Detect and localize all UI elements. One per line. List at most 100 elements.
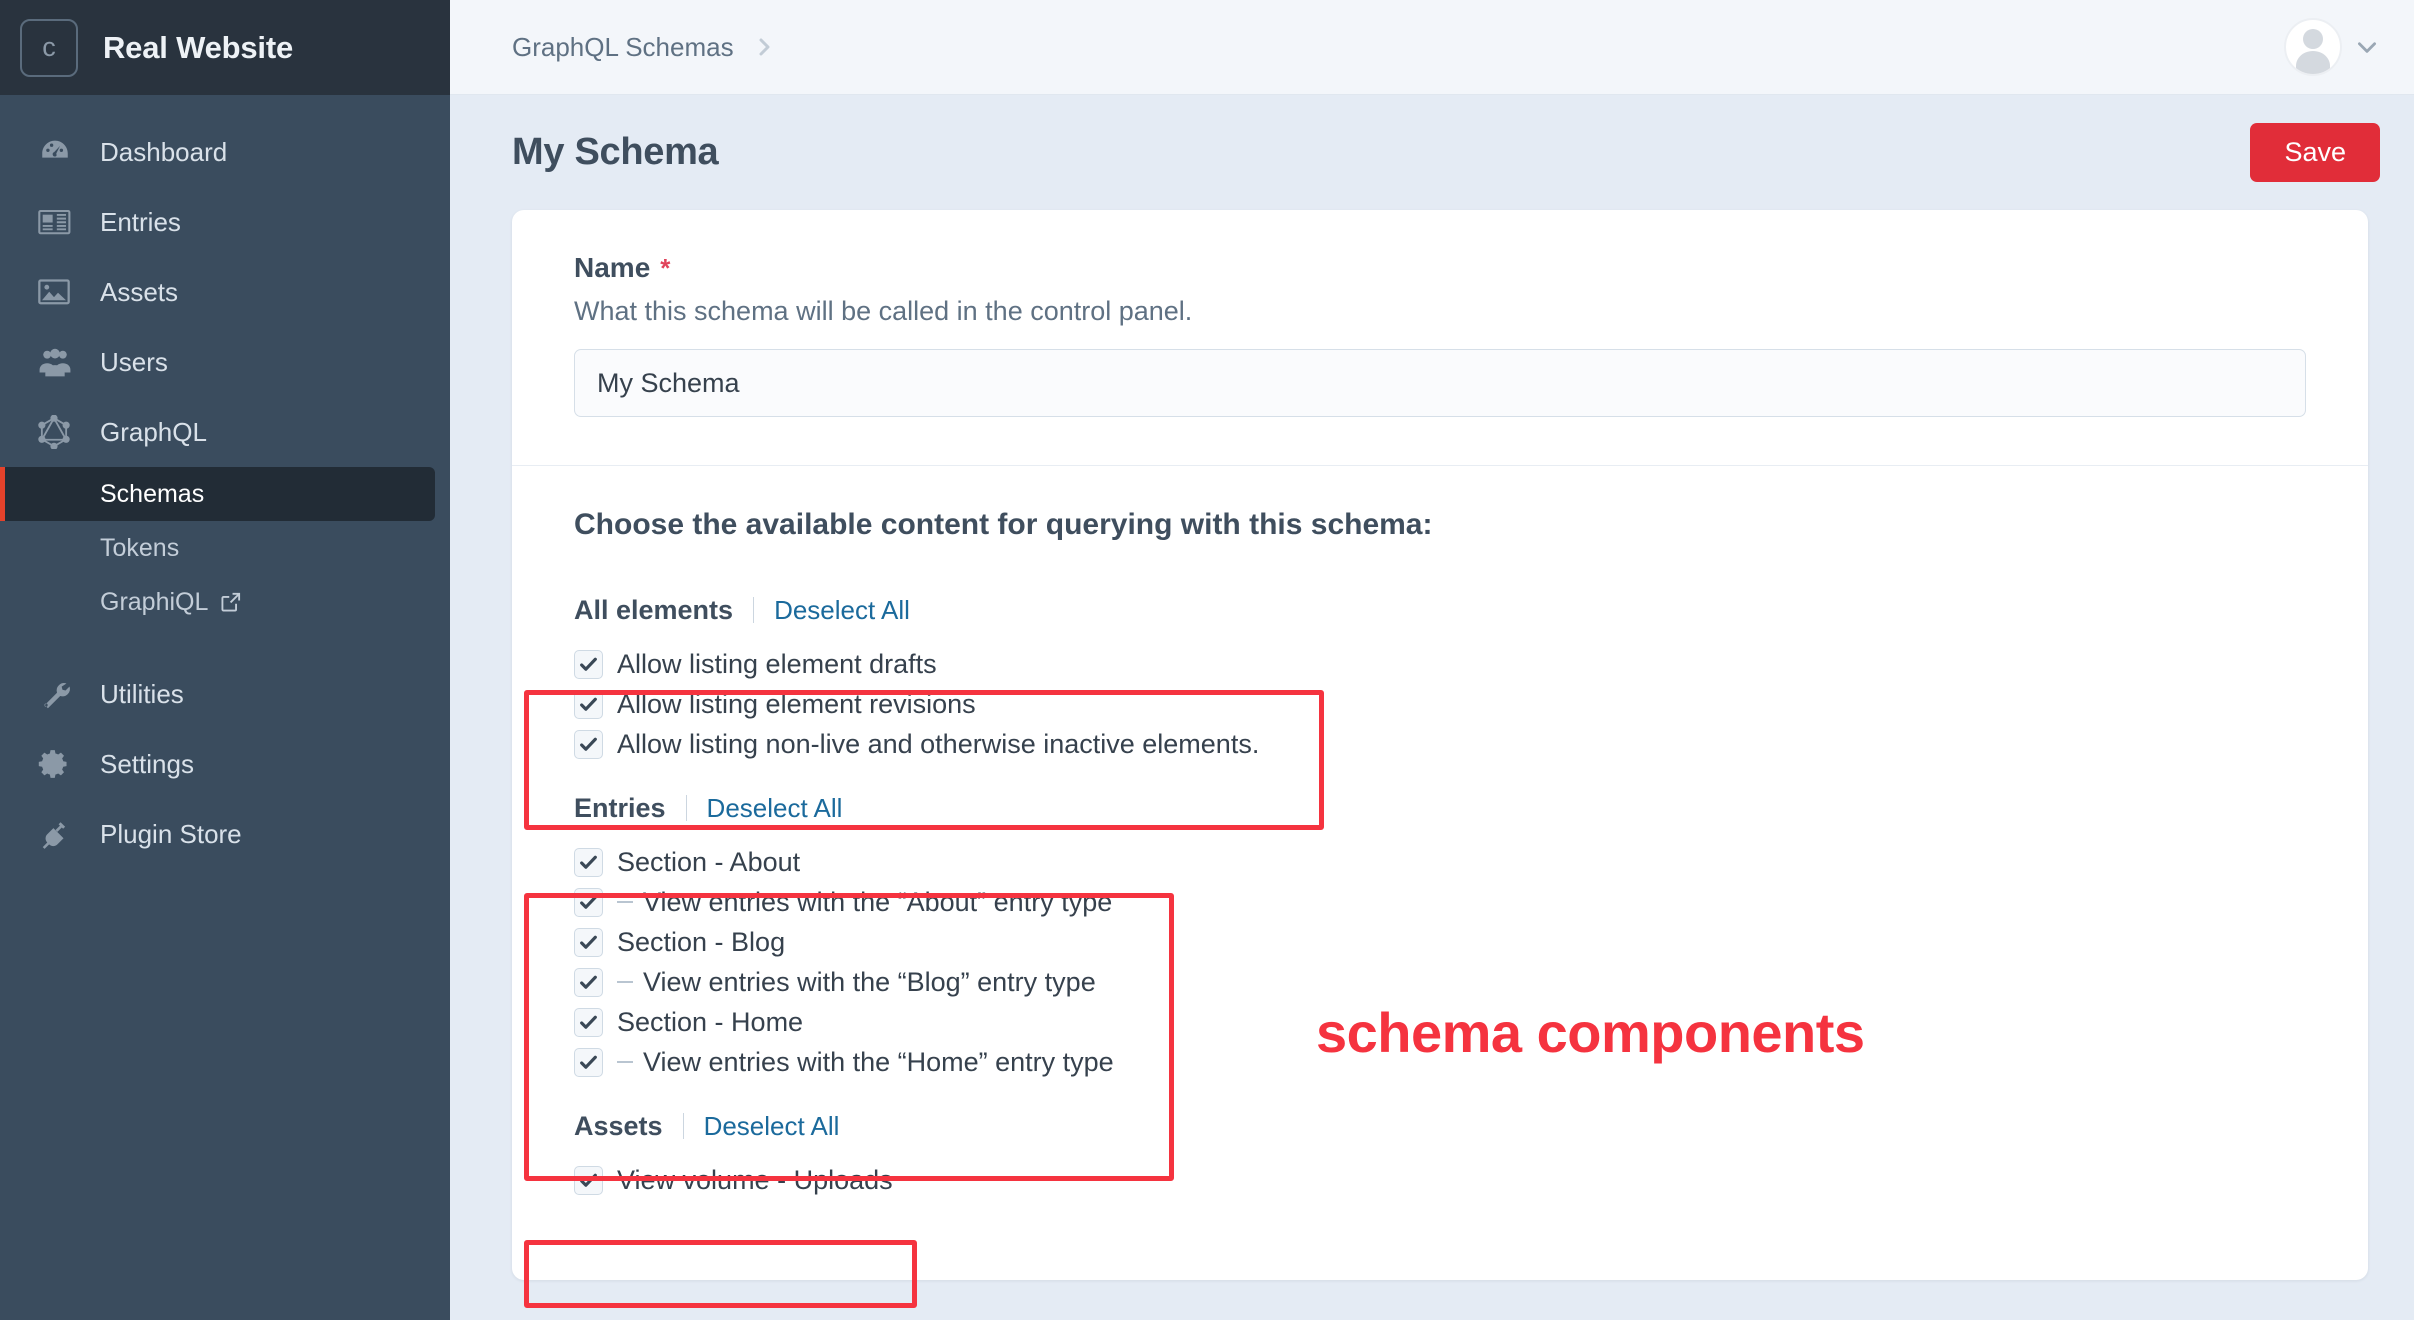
sidebar-item-label: Settings <box>100 748 194 779</box>
user-menu[interactable] <box>2284 18 2380 76</box>
gauge-icon <box>38 134 78 170</box>
checkbox-list: Section - About View entries with the “A… <box>574 830 2306 1082</box>
checkbox-label: View entries with the “About” entry type <box>643 886 1113 917</box>
checkbox-label: View volume - Uploads <box>617 1164 893 1195</box>
sidebar-item-dashboard[interactable]: Dashboard <box>0 117 450 187</box>
checkbox-checked-icon[interactable] <box>574 649 603 679</box>
nesting-dash-icon <box>617 1061 643 1063</box>
checkbox-row-nested[interactable]: View entries with the “Blog” entry type <box>574 962 2306 1002</box>
site-badge-letter: c <box>42 32 56 62</box>
checkbox-checked-icon[interactable] <box>574 689 603 719</box>
checkbox-row[interactable]: View volume - Uploads <box>574 1160 2306 1200</box>
checkbox-row[interactable]: Allow listing element drafts <box>574 644 2306 684</box>
checkbox-checked-icon[interactable] <box>574 967 603 997</box>
name-label-text: Name <box>574 252 651 283</box>
checkbox-checked-icon[interactable] <box>574 1007 603 1037</box>
checkbox-label: Allow listing element revisions <box>617 688 976 719</box>
name-field-instructions: What this schema will be called in the c… <box>574 296 1193 326</box>
group-title: Assets <box>574 1110 663 1141</box>
checkbox-row-nested[interactable]: View entries with the “Home” entry type <box>574 1042 2306 1082</box>
checkbox-checked-icon[interactable] <box>574 729 603 759</box>
site-badge: c <box>20 18 78 77</box>
breadcrumb[interactable]: GraphQL Schemas <box>512 32 776 63</box>
deselect-all-link[interactable]: Deselect All <box>707 793 843 824</box>
group-assets: Assets Deselect All View volume - Upload… <box>574 1104 2306 1200</box>
name-input[interactable] <box>574 349 2306 417</box>
required-marker: * <box>660 252 671 283</box>
checkbox-row[interactable]: Section - Home <box>574 1002 2306 1042</box>
permissions-heading: Choose the available content for queryin… <box>574 508 1433 541</box>
chevron-right-icon <box>752 35 776 59</box>
checkbox-checked-icon[interactable] <box>574 927 603 957</box>
checkbox-row[interactable]: Section - Blog <box>574 922 2306 962</box>
external-link-icon <box>220 591 242 613</box>
sidebar-subitem-label: Tokens <box>100 533 180 562</box>
gear-icon <box>38 746 78 782</box>
graphql-icon <box>38 414 78 450</box>
save-button[interactable]: Save <box>2250 123 2380 182</box>
sidebar-item-label: Dashboard <box>100 136 228 167</box>
checkbox-row[interactable]: Section - About <box>574 842 2306 882</box>
sidebar-item-label: Utilities <box>100 678 184 709</box>
main-content: GraphQL Schemas My Schema Save Name * Wh… <box>450 0 2414 1320</box>
checkbox-checked-icon[interactable] <box>574 847 603 877</box>
breadcrumb-label: GraphQL Schemas <box>512 31 734 62</box>
checkbox-checked-icon[interactable] <box>574 1047 603 1077</box>
app-root: c Real Website Dashboard Entries Assets … <box>0 0 2414 1320</box>
deselect-all-link[interactable]: Deselect All <box>704 1111 840 1142</box>
sidebar-item-tokens[interactable]: Tokens <box>0 521 450 575</box>
sidebar: c Real Website Dashboard Entries Assets … <box>0 0 450 1320</box>
avatar[interactable] <box>2284 18 2342 76</box>
sidebar-item-users[interactable]: Users <box>0 327 450 397</box>
image-icon <box>38 274 78 310</box>
checkbox-row-nested[interactable]: View entries with the “About” entry type <box>574 882 2306 922</box>
sidebar-item-graphql[interactable]: GraphQL <box>0 397 450 467</box>
page-title: My Schema <box>512 131 719 173</box>
sidebar-nav: Dashboard Entries Assets Users GraphQL S… <box>0 95 450 869</box>
sidebar-item-label: Entries <box>100 206 181 237</box>
checkbox-row[interactable]: Allow listing non-live and otherwise ina… <box>574 724 2306 764</box>
sidebar-item-label: GraphQL <box>100 416 207 447</box>
sidebar-item-label: Assets <box>100 276 179 307</box>
sidebar-item-settings[interactable]: Settings <box>0 729 450 799</box>
sidebar-divider-gap <box>0 629 450 659</box>
checkbox-list: View volume - Uploads <box>574 1148 2306 1200</box>
page-header: My Schema Save <box>450 95 2414 210</box>
plug-icon <box>38 816 78 852</box>
deselect-all-link[interactable]: Deselect All <box>774 595 910 626</box>
group-header: Entries Deselect All <box>574 786 2306 830</box>
permissions-section: Choose the available content for queryin… <box>512 466 2368 1252</box>
nesting-dash-icon <box>617 981 643 983</box>
checkbox-row[interactable]: Allow listing element revisions <box>574 684 2306 724</box>
group-all-elements: All elements Deselect All Allow listing … <box>574 588 2306 764</box>
checkbox-label: Section - Home <box>617 1006 804 1037</box>
checkbox-list: Allow listing element drafts Allow listi… <box>574 632 2306 764</box>
sidebar-item-assets[interactable]: Assets <box>0 257 450 327</box>
sidebar-item-label: Plugin Store <box>100 818 242 849</box>
sidebar-header[interactable]: c Real Website <box>0 0 450 95</box>
group-header: All elements Deselect All <box>574 588 2306 632</box>
wrench-icon <box>38 676 78 712</box>
name-field-section: Name * What this schema will be called i… <box>512 210 2368 465</box>
checkbox-label: View entries with the “Home” entry type <box>643 1046 1114 1077</box>
checkbox-label: Allow listing element drafts <box>617 648 937 679</box>
sidebar-item-schemas[interactable]: Schemas <box>0 467 435 521</box>
topbar: GraphQL Schemas <box>450 0 2414 95</box>
group-title: All elements <box>574 594 734 625</box>
sidebar-item-label: Users <box>100 346 168 377</box>
checkbox-checked-icon[interactable] <box>574 887 603 917</box>
chevron-down-icon[interactable] <box>2354 34 2380 60</box>
sidebar-subitem-label: Schemas <box>100 479 205 508</box>
checkbox-label: View entries with the “Blog” entry type <box>643 966 1096 997</box>
checkbox-label: Allow listing non-live and otherwise ina… <box>617 728 1260 759</box>
sidebar-item-plugin-store[interactable]: Plugin Store <box>0 799 450 869</box>
group-title: Entries <box>574 792 666 823</box>
sidebar-item-graphiql[interactable]: GraphiQL <box>0 575 450 629</box>
site-name: Real Website <box>103 29 293 65</box>
nesting-dash-icon <box>617 901 643 903</box>
sidebar-item-entries[interactable]: Entries <box>0 187 450 257</box>
sidebar-item-utilities[interactable]: Utilities <box>0 659 450 729</box>
group-separator <box>682 1113 684 1139</box>
users-icon <box>38 344 78 380</box>
checkbox-checked-icon[interactable] <box>574 1165 603 1195</box>
